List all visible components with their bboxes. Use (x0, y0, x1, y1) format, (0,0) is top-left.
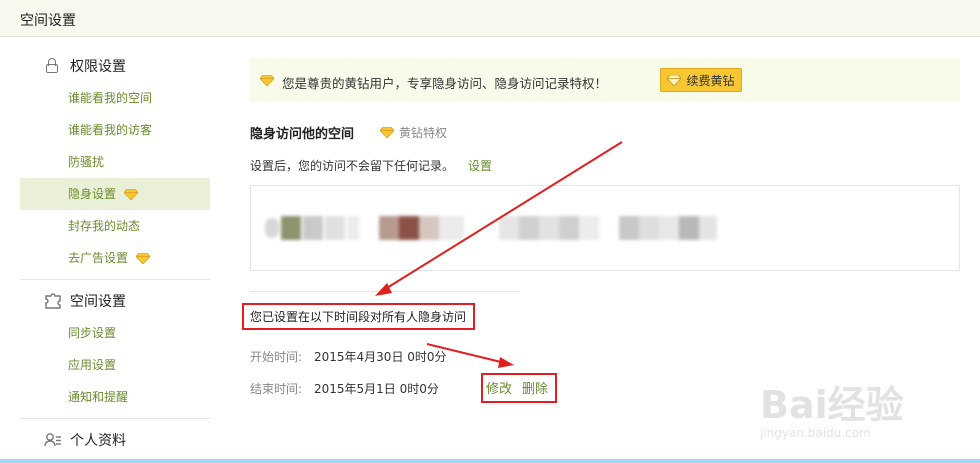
watermark-url: jingyan.baidu.com (760, 426, 871, 440)
annotation-arrow (381, 141, 623, 292)
annotation-arrow (426, 343, 506, 364)
baidu-jingyan-watermark: Bai经验 jingyan.baidu.com (760, 370, 980, 460)
watermark-brand: Bai经验 (760, 383, 904, 427)
bottom-border (0, 459, 980, 463)
